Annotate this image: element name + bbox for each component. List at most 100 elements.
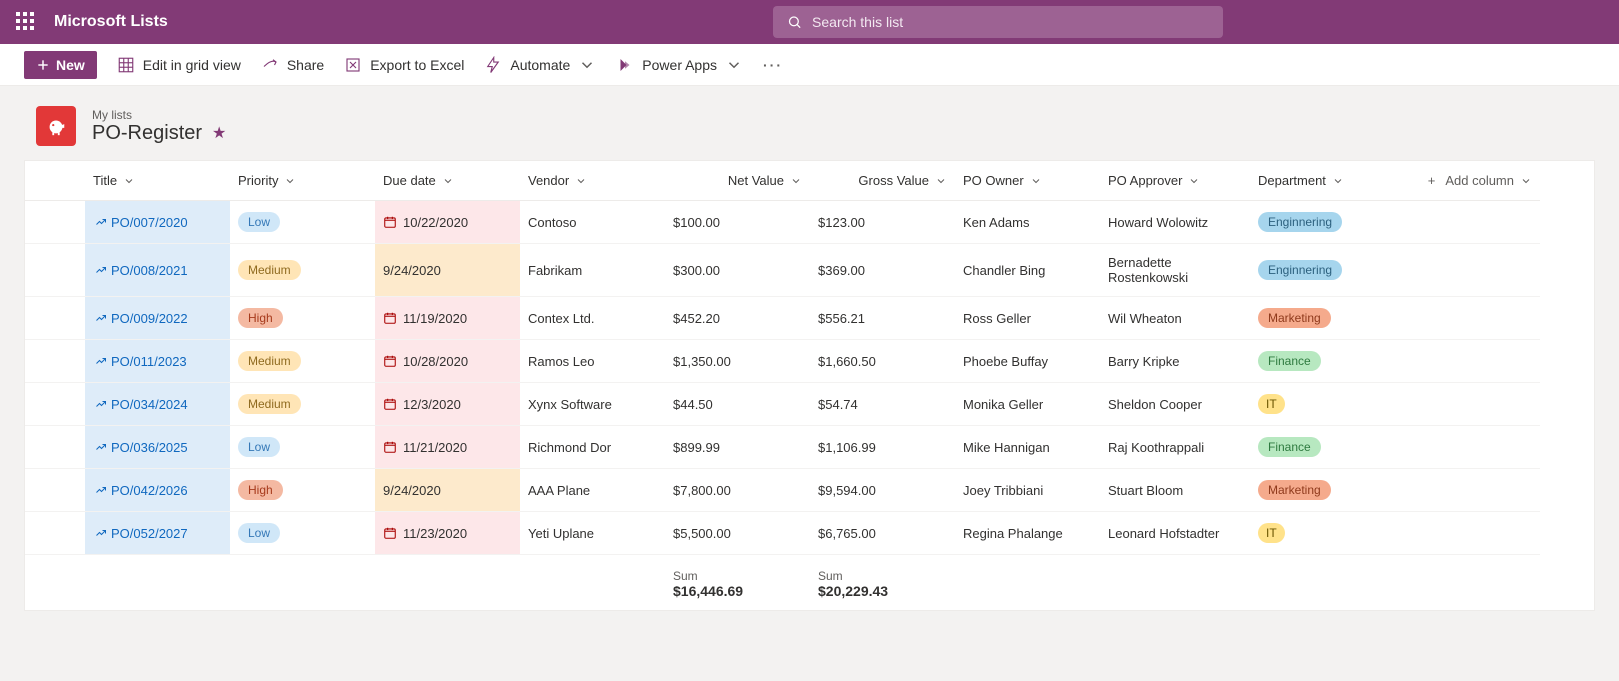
due-cell: 10/22/2020 bbox=[375, 201, 520, 244]
chevron-down-icon bbox=[1332, 175, 1344, 187]
share-button[interactable]: Share bbox=[261, 56, 324, 74]
trend-icon bbox=[95, 312, 107, 324]
dept-cell: Marketing bbox=[1250, 469, 1395, 512]
row-selector[interactable] bbox=[25, 512, 85, 555]
favorite-star-icon[interactable]: ★ bbox=[212, 123, 226, 143]
powerapps-icon bbox=[616, 56, 634, 74]
col-add[interactable]: +Add column bbox=[1395, 161, 1540, 201]
approver-cell: Stuart Bloom bbox=[1100, 469, 1250, 512]
calendar-warning-icon bbox=[383, 354, 397, 368]
title-link[interactable]: PO/052/2027 bbox=[85, 512, 230, 555]
dept-cell: Enginnering bbox=[1250, 244, 1395, 297]
gross-cell: $9,594.00 bbox=[810, 469, 955, 512]
col-dept[interactable]: Department bbox=[1250, 161, 1395, 201]
dept-cell: Marketing bbox=[1250, 297, 1395, 340]
priority-pill: Medium bbox=[238, 394, 301, 414]
automate-icon bbox=[484, 56, 502, 74]
vendor-cell: Fabrikam bbox=[520, 244, 665, 297]
approver-cell: Raj Koothrappali bbox=[1100, 426, 1250, 469]
gross-cell: $123.00 bbox=[810, 201, 955, 244]
title-link[interactable]: PO/011/2023 bbox=[85, 340, 230, 383]
grid-view-label: Edit in grid view bbox=[143, 57, 241, 73]
net-sum: Sum$16,446.69 bbox=[665, 555, 810, 610]
priority-cell: Low bbox=[230, 426, 375, 469]
vendor-cell: Yeti Uplane bbox=[520, 512, 665, 555]
net-cell: $100.00 bbox=[665, 201, 810, 244]
row-selector[interactable] bbox=[25, 297, 85, 340]
gross-sum: Sum$20,229.43 bbox=[810, 555, 955, 610]
plus-icon bbox=[36, 58, 50, 72]
breadcrumb[interactable]: My lists bbox=[92, 108, 226, 122]
dept-pill: Marketing bbox=[1258, 308, 1331, 328]
title-link[interactable]: PO/034/2024 bbox=[85, 383, 230, 426]
waffle-menu-icon[interactable] bbox=[16, 12, 36, 32]
trend-icon bbox=[95, 441, 107, 453]
title-link[interactable]: PO/009/2022 bbox=[85, 297, 230, 340]
row-selector[interactable] bbox=[25, 244, 85, 297]
col-owner[interactable]: PO Owner bbox=[955, 161, 1100, 201]
col-title[interactable]: Title bbox=[85, 161, 230, 201]
chevron-down-icon bbox=[284, 175, 296, 187]
new-label: New bbox=[56, 57, 85, 73]
trend-icon bbox=[95, 264, 107, 276]
powerapps-button[interactable]: Power Apps bbox=[616, 56, 743, 74]
vendor-cell: Ramos Leo bbox=[520, 340, 665, 383]
col-approver[interactable]: PO Approver bbox=[1100, 161, 1250, 201]
trend-icon bbox=[95, 484, 107, 496]
approver-cell: Sheldon Cooper bbox=[1100, 383, 1250, 426]
search-wrap bbox=[773, 6, 1223, 38]
chevron-down-icon bbox=[123, 175, 135, 187]
priority-cell: Low bbox=[230, 512, 375, 555]
empty-cell bbox=[1395, 426, 1540, 469]
title-link[interactable]: PO/036/2025 bbox=[85, 426, 230, 469]
dept-pill: Enginnering bbox=[1258, 260, 1342, 280]
powerapps-label: Power Apps bbox=[642, 57, 717, 73]
export-button[interactable]: Export to Excel bbox=[344, 56, 464, 74]
owner-cell: Phoebe Buffay bbox=[955, 340, 1100, 383]
net-cell: $7,800.00 bbox=[665, 469, 810, 512]
col-net[interactable]: Net Value bbox=[665, 161, 810, 201]
app-title: Microsoft Lists bbox=[54, 13, 168, 31]
priority-cell: Medium bbox=[230, 244, 375, 297]
gross-cell: $556.21 bbox=[810, 297, 955, 340]
owner-cell: Monika Geller bbox=[955, 383, 1100, 426]
search-input[interactable] bbox=[812, 14, 1209, 30]
more-button[interactable]: ··· bbox=[763, 57, 783, 73]
vendor-cell: Richmond Dor bbox=[520, 426, 665, 469]
row-selector[interactable] bbox=[25, 201, 85, 244]
row-selector[interactable] bbox=[25, 426, 85, 469]
col-gross[interactable]: Gross Value bbox=[810, 161, 955, 201]
new-button[interactable]: New bbox=[24, 51, 97, 79]
share-label: Share bbox=[287, 57, 324, 73]
dept-pill: IT bbox=[1258, 523, 1285, 543]
priority-pill: High bbox=[238, 308, 283, 328]
dept-cell: IT bbox=[1250, 512, 1395, 555]
list-header: My lists PO-Register ★ bbox=[0, 86, 1619, 160]
row-selector[interactable] bbox=[25, 340, 85, 383]
approver-cell: Howard Wolowitz bbox=[1100, 201, 1250, 244]
col-priority[interactable]: Priority bbox=[230, 161, 375, 201]
col-vendor[interactable]: Vendor bbox=[520, 161, 665, 201]
trend-icon bbox=[95, 216, 107, 228]
col-selector[interactable] bbox=[25, 161, 85, 201]
list-title: PO-Register bbox=[92, 122, 202, 145]
title-link[interactable]: PO/008/2021 bbox=[85, 244, 230, 297]
due-cell: 11/21/2020 bbox=[375, 426, 520, 469]
due-cell: 10/28/2020 bbox=[375, 340, 520, 383]
row-selector[interactable] bbox=[25, 469, 85, 512]
gross-cell: $6,765.00 bbox=[810, 512, 955, 555]
col-due[interactable]: Due date bbox=[375, 161, 520, 201]
toolbar: New Edit in grid view Share Export to Ex… bbox=[0, 44, 1619, 86]
row-selector[interactable] bbox=[25, 383, 85, 426]
approver-cell: Bernadette Rostenkowski bbox=[1100, 244, 1250, 297]
title-link[interactable]: PO/007/2020 bbox=[85, 201, 230, 244]
due-cell: 12/3/2020 bbox=[375, 383, 520, 426]
app-header: Microsoft Lists bbox=[0, 0, 1619, 44]
dept-cell: IT bbox=[1250, 383, 1395, 426]
search-box[interactable] bbox=[773, 6, 1223, 38]
owner-cell: Ross Geller bbox=[955, 297, 1100, 340]
automate-button[interactable]: Automate bbox=[484, 56, 596, 74]
title-link[interactable]: PO/042/2026 bbox=[85, 469, 230, 512]
grid-view-button[interactable]: Edit in grid view bbox=[117, 56, 241, 74]
priority-pill: Low bbox=[238, 212, 280, 232]
